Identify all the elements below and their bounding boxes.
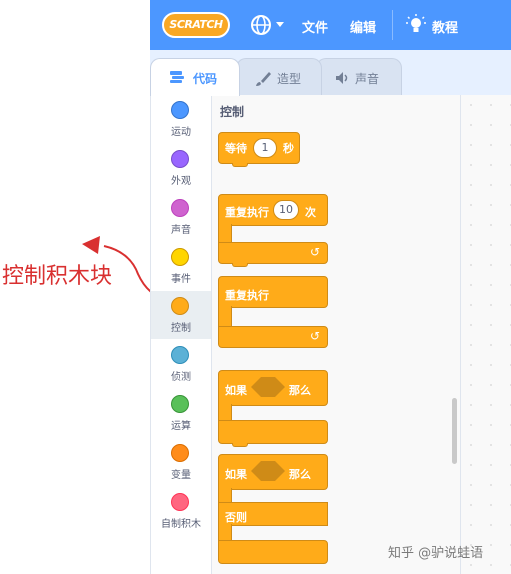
category-control[interactable]: 控制 xyxy=(151,291,211,339)
category-dot xyxy=(171,346,189,364)
category-label: 变量 xyxy=(171,470,191,481)
tab-sounds-label: 声音 xyxy=(355,72,380,86)
lightbulb-icon[interactable] xyxy=(406,14,426,36)
editor-tabs: 声音 造型 代码 xyxy=(150,50,511,96)
block-if-prefix: 如果 xyxy=(225,468,247,481)
block-wait-prefix: 等待 xyxy=(225,142,247,155)
block-arm xyxy=(218,224,232,244)
tab-sounds[interactable]: 声音 xyxy=(316,58,402,95)
category-dot xyxy=(171,150,189,168)
category-dot xyxy=(171,248,189,266)
block-repeat-suffix: 次 xyxy=(305,206,316,219)
category-variables[interactable]: 变量 xyxy=(151,438,211,486)
block-notch xyxy=(232,163,248,167)
block-notch xyxy=(232,263,248,267)
condition-slot[interactable] xyxy=(250,376,286,398)
block-wait-input[interactable]: 1 xyxy=(253,138,277,158)
menu-tutorials[interactable]: 教程 xyxy=(432,17,458,36)
menu-edit[interactable]: 编辑 xyxy=(350,17,376,36)
palette-scrollbar[interactable] xyxy=(452,398,457,464)
block-else-label: 否则 xyxy=(225,511,247,524)
watermark: 知乎 @驴说蛙语 xyxy=(388,546,484,561)
loop-arrow-icon: ↺ xyxy=(310,329,321,343)
block-repeat-input[interactable]: 10 xyxy=(273,200,299,220)
block-notch xyxy=(232,443,248,447)
category-sound[interactable]: 声音 xyxy=(151,193,211,241)
block-foot xyxy=(218,540,328,564)
block-forever-label: 重复执行 xyxy=(225,289,269,302)
condition-slot[interactable] xyxy=(250,460,286,482)
category-motion[interactable]: 运动 xyxy=(151,95,211,143)
tab-costumes-label: 造型 xyxy=(277,72,302,86)
category-label: 外观 xyxy=(171,176,191,187)
category-label: 运算 xyxy=(171,421,191,432)
category-dot xyxy=(171,101,189,119)
speaker-icon xyxy=(336,72,348,84)
category-label: 运动 xyxy=(171,127,191,138)
category-looks[interactable]: 外观 xyxy=(151,144,211,192)
category-dot xyxy=(171,297,189,315)
block-if-prefix: 如果 xyxy=(225,384,247,397)
block-if-suffix: 那么 xyxy=(289,384,311,397)
category-dot xyxy=(171,444,189,462)
tab-code[interactable]: 代码 xyxy=(150,58,240,96)
category-label: 侦测 xyxy=(171,372,191,383)
tab-code-label: 代码 xyxy=(193,72,218,86)
menu-divider xyxy=(392,10,393,40)
category-label: 控制 xyxy=(171,323,191,334)
menu-file[interactable]: 文件 xyxy=(302,17,328,36)
block-wait-suffix: 秒 xyxy=(283,142,294,155)
category-menu: 运动 外观 声音 事件 控制 侦测 运算 变量 自制积木 xyxy=(150,95,212,574)
menu-bar: SCRATCH 文件 编辑 教程 xyxy=(150,0,511,50)
scratch-logo[interactable]: SCRATCH xyxy=(162,12,230,38)
category-label: 声音 xyxy=(171,225,191,236)
category-label: 自制积木 xyxy=(161,519,201,530)
category-events[interactable]: 事件 xyxy=(151,242,211,290)
category-dot xyxy=(171,395,189,413)
tab-costumes[interactable]: 造型 xyxy=(236,58,322,95)
brush-icon xyxy=(256,72,271,86)
block-arm xyxy=(218,306,232,328)
category-label: 事件 xyxy=(171,274,191,285)
palette-title: 控制 xyxy=(220,105,245,119)
block-if-suffix: 那么 xyxy=(289,468,311,481)
category-my-blocks[interactable]: 自制积木 xyxy=(151,487,211,535)
code-icon xyxy=(170,71,184,83)
block-repeat-prefix: 重复执行 xyxy=(225,206,269,219)
globe-icon[interactable] xyxy=(250,14,272,36)
category-dot xyxy=(171,199,189,217)
category-sensing[interactable]: 侦测 xyxy=(151,340,211,388)
code-area[interactable] xyxy=(461,95,511,574)
block-foot xyxy=(218,420,328,444)
category-dot xyxy=(171,493,189,511)
loop-arrow-icon: ↺ xyxy=(310,245,321,259)
category-operators[interactable]: 运算 xyxy=(151,389,211,437)
chevron-down-icon[interactable] xyxy=(276,22,284,27)
